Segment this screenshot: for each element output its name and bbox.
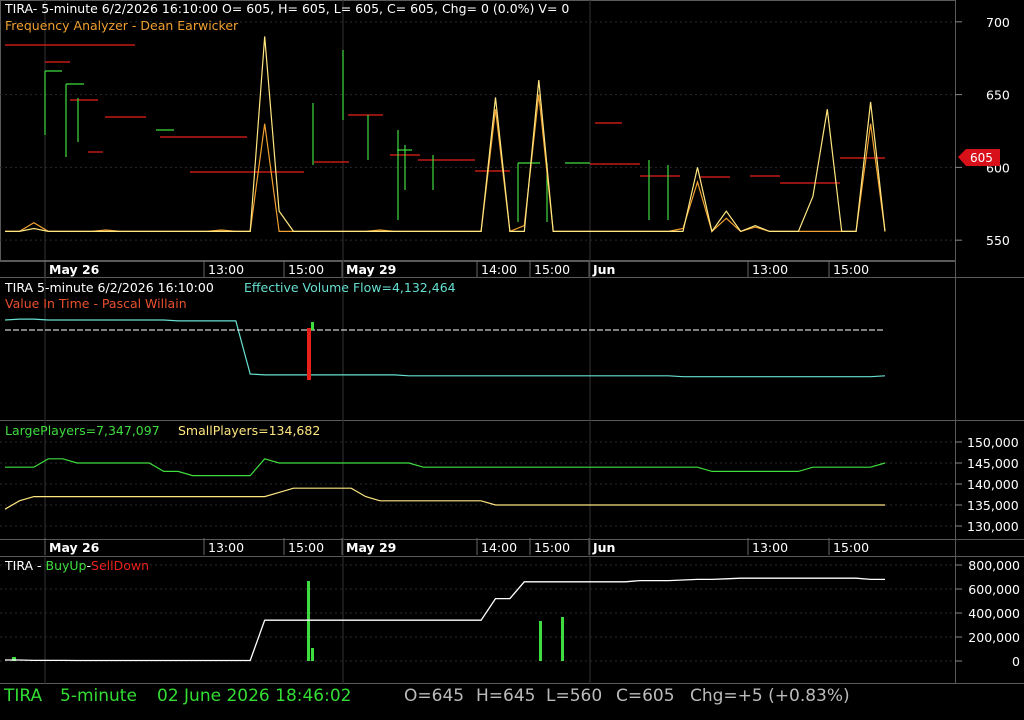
time-tick-label: May 26: [49, 540, 100, 555]
time-tick-label: Jun: [592, 262, 615, 277]
time-tick-label: 14:00: [481, 262, 517, 277]
buyup-tick-label: 0: [1012, 654, 1020, 669]
buyup-tick-label: 600,000: [968, 582, 1020, 597]
price-tick-label: 650: [986, 88, 1010, 103]
panel4-header: TIRA - BuyUp-SellDown: [4, 558, 149, 573]
buyup-bar: [539, 621, 542, 661]
buyup-tick-label: 800,000: [968, 558, 1020, 573]
players-tick-label: 145,000: [967, 456, 1019, 471]
players-tick-label: 140,000: [967, 477, 1019, 492]
panel1-header-line2: Frequency Analyzer - Dean Earwicker: [5, 18, 239, 33]
players-tick-label: 130,000: [967, 519, 1019, 534]
panel4-sell: SellDown: [91, 558, 149, 573]
time-tick-label: 15:00: [288, 262, 324, 277]
status-interval: 5-minute: [60, 686, 137, 706]
volume-spike-green: [311, 322, 314, 330]
buyup-tick-label: 400,000: [968, 606, 1020, 621]
status-change: Chg=+5 (+0.83%): [690, 686, 850, 706]
time-tick-label: 15:00: [833, 262, 869, 277]
small-players-label: SmallPlayers=134,682: [178, 423, 320, 438]
status-close: C=605: [616, 686, 675, 706]
time-tick-label: 15:00: [288, 540, 324, 555]
status-bar: TIRA 5-minute 02 June 2026 18:46:02 O=64…: [0, 684, 1024, 720]
chart-canvas[interactable]: 550600650700 605 TIRA- 5-minute 6/2/2026…: [0, 0, 1024, 720]
time-tick-label: 13:00: [208, 262, 244, 277]
time-tick-label: 15:00: [833, 540, 869, 555]
time-tick-label: May 26: [49, 262, 100, 277]
panel2-header-b: Effective Volume Flow=4,132,464: [244, 280, 456, 295]
buyup-bar: [311, 648, 314, 661]
time-tick-label: 15:00: [534, 540, 570, 555]
players-tick-label: 150,000: [967, 435, 1019, 450]
time-tick-label: May 29: [346, 540, 396, 555]
status-open: O=645: [404, 686, 465, 706]
time-tick-label: 14:00: [481, 540, 517, 555]
status-datetime: 02 June 2026 18:46:02: [157, 686, 352, 706]
time-tick-label: 15:00: [534, 262, 570, 277]
status-symbol: TIRA: [4, 686, 43, 706]
panel1-header-line1: TIRA- 5-minute 6/2/2026 16:10:00 O= 605,…: [4, 1, 569, 16]
price-tick-label: 700: [986, 15, 1010, 30]
panel4-buy: BuyUp: [46, 558, 87, 573]
panel4-prefix: TIRA -: [4, 558, 46, 573]
time-tick-label: 13:00: [752, 540, 788, 555]
panel2-header-line2: Value In Time - Pascal Willain: [5, 296, 187, 311]
time-tick-label: Jun: [592, 540, 615, 555]
price-tick-label: 550: [986, 233, 1010, 248]
volume-spike-red: [307, 328, 311, 380]
status-high: H=645: [476, 686, 536, 706]
time-tick-label: May 29: [346, 262, 396, 277]
buyup-bar: [307, 581, 310, 661]
panel2-header-a: TIRA 5-minute 6/2/2026 16:10:00: [4, 280, 214, 295]
buyup-bar: [561, 617, 564, 661]
price-tag-label: 605: [970, 151, 993, 165]
time-tick-label: 13:00: [208, 540, 244, 555]
players-tick-label: 135,000: [967, 498, 1019, 513]
time-tick-label: 13:00: [752, 262, 788, 277]
large-players-label: LargePlayers=7,347,097: [5, 423, 160, 438]
buyup-tick-label: 200,000: [968, 630, 1020, 645]
status-low: L=560: [546, 686, 603, 706]
